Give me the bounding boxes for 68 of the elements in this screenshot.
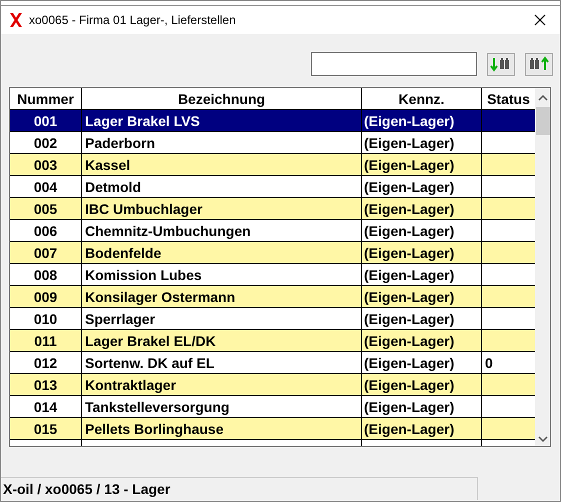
table-cell: 007 xyxy=(34,244,58,260)
table-cell: Tankstelleversorgung xyxy=(85,398,230,414)
table-cell: Pellets Borlinghause xyxy=(85,420,224,436)
table-cell: (Eigen-Lager) xyxy=(364,398,454,414)
table-cell: Kassel xyxy=(85,156,130,172)
table-cell: 009 xyxy=(34,288,58,304)
table-row[interactable]: 009 Konsilager Ostermann (Eigen-Lager) xyxy=(10,286,535,308)
table-cell: 003 xyxy=(34,156,58,172)
table-cell: (Eigen-Lager) xyxy=(364,134,454,150)
table-cell: 005 xyxy=(34,200,58,216)
search-down-button[interactable] xyxy=(487,52,515,76)
table-cell: (Eigen-Lager) xyxy=(364,420,454,436)
table-cell: (Eigen-Lager) xyxy=(364,178,454,194)
table-row[interactable]: 013 Kontraktlager (Eigen-Lager) xyxy=(10,374,535,396)
table-cell: Kontraktlager xyxy=(85,376,176,392)
binoculars-down-arrow-icon xyxy=(490,56,512,72)
table-cell: Chemnitz-Umbuchungen xyxy=(85,222,251,238)
table-cell: 008 xyxy=(34,266,58,282)
table-row[interactable]: 005 IBC Umbuchlager (Eigen-Lager) xyxy=(10,198,535,220)
table-cell: Lager Brakel LVS xyxy=(85,112,200,128)
table-cell: 0 xyxy=(485,354,493,370)
table-cell: (Eigen-Lager) xyxy=(364,354,454,370)
column-header[interactable]: Bezeichnung xyxy=(82,88,362,110)
table-cell: (Eigen-Lager) xyxy=(364,288,454,304)
table-cell: (Eigen-Lager) xyxy=(364,112,454,128)
binoculars-up-arrow-icon xyxy=(528,56,550,72)
table-cell: (Eigen-Lager) xyxy=(364,200,454,216)
table-cell: 004 xyxy=(34,178,58,194)
scrollbar-thumb[interactable] xyxy=(536,107,550,135)
table-row[interactable]: 003 Kassel (Eigen-Lager) xyxy=(10,154,535,176)
table-cell: Bodenfelde xyxy=(85,244,162,260)
table-cell: 012 xyxy=(34,354,58,370)
table-cell: (Eigen-Lager) xyxy=(364,222,454,238)
column-header[interactable]: Kennz. xyxy=(362,88,482,110)
status-bar: X-oil / xo0065 / 13 - Lager xyxy=(1,477,478,500)
search-field[interactable] xyxy=(311,52,477,76)
table-cell: Paderborn xyxy=(85,134,156,150)
table-row[interactable]: 007 Bodenfelde (Eigen-Lager) xyxy=(10,242,535,264)
column-header[interactable]: Nummer xyxy=(10,88,82,110)
table-cell: Sperrlager xyxy=(85,310,156,326)
table-cell: (Eigen-Lager) xyxy=(364,310,454,326)
table-cell: 011 xyxy=(34,332,57,348)
table-cell: 015 xyxy=(34,420,58,436)
x-logo-icon xyxy=(9,12,23,28)
table-cell: (Eigen-Lager) xyxy=(364,266,454,282)
table-cell: Komission Lubes xyxy=(85,266,202,282)
table-cell: (Eigen-Lager) xyxy=(364,332,454,348)
window-title: xo0065 - Firma 01 Lager-, Lieferstellen xyxy=(29,13,237,27)
close-icon[interactable] xyxy=(534,14,546,26)
scrollbar[interactable] xyxy=(535,88,550,446)
table-cell: 002 xyxy=(34,134,58,150)
table-cell: 014 xyxy=(34,398,58,414)
table-row[interactable]: 001 Lager Brakel LVS (Eigen-Lager) xyxy=(10,110,535,132)
table-cell: (Eigen-Lager) xyxy=(364,376,454,392)
table-row[interactable]: 015 Pellets Borlinghause (Eigen-Lager) xyxy=(10,418,535,440)
table-cell: (Eigen-Lager) xyxy=(364,244,454,260)
table-cell: 013 xyxy=(34,376,58,392)
table-cell: Lager Brakel EL/DK xyxy=(85,332,216,348)
table-cell: 006 xyxy=(34,222,58,238)
table-cell: (Eigen-Lager) xyxy=(364,156,454,172)
table-row[interactable]: 011 Lager Brakel EL/DK (Eigen-Lager) xyxy=(10,330,535,352)
table-cell: Detmold xyxy=(85,178,141,194)
table-cell: 010 xyxy=(34,310,58,326)
table-cell: IBC Umbuchlager xyxy=(85,200,202,216)
table-cell: Sortenw. DK auf EL xyxy=(85,354,214,370)
search-up-button[interactable] xyxy=(525,52,553,76)
table-cell: Konsilager Ostermann xyxy=(85,288,236,304)
table-cell: 001 xyxy=(34,112,58,128)
